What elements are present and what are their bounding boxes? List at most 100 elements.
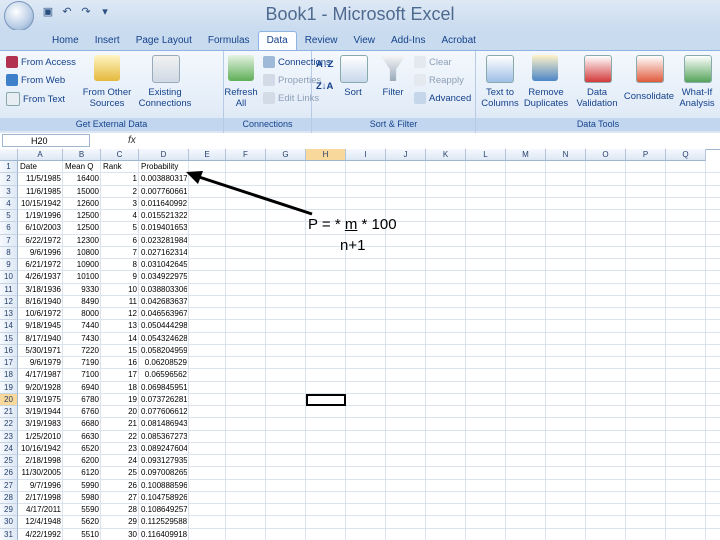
column-header-a[interactable]: A <box>18 149 63 161</box>
cell-rank[interactable]: 21 <box>103 418 137 430</box>
column-header-f[interactable]: F <box>226 149 266 161</box>
cell-rank[interactable]: 28 <box>103 504 137 516</box>
cell-probability[interactable]: 0.104758926 <box>141 492 187 504</box>
properties-button[interactable]: Properties <box>237 74 321 86</box>
cell-date[interactable]: 3/18/1936 <box>20 284 61 296</box>
cell-probability[interactable]: 0.042683637 <box>141 296 187 308</box>
sort-desc-button[interactable]: Z↓A <box>316 81 333 92</box>
tab-page-layout[interactable]: Page Layout <box>128 32 200 50</box>
from-web-button[interactable]: From Web <box>6 74 65 86</box>
cell-probability[interactable]: 0.116409918 <box>141 529 187 540</box>
cell-mean-q[interactable]: 10100 <box>65 271 99 283</box>
column-header-m[interactable]: M <box>506 149 546 161</box>
cell-probability[interactable]: 0.019401653 <box>141 222 187 234</box>
row-header-14[interactable]: 14 <box>0 320 18 333</box>
cell-date[interactable]: 11/6/1985 <box>20 186 61 198</box>
cell-rank[interactable]: 4 <box>103 210 137 222</box>
tab-insert[interactable]: Insert <box>87 32 128 50</box>
cell-probability[interactable]: 0.038803306 <box>141 284 187 296</box>
cell-rank[interactable]: 7 <box>103 247 137 259</box>
column-header-g[interactable]: G <box>266 149 306 161</box>
cell-probability[interactable]: 0.058204959 <box>141 345 187 357</box>
cell-probability[interactable]: 0.093127935 <box>141 455 187 467</box>
cell-date[interactable]: 10/15/1942 <box>20 198 61 210</box>
insert-function-icon[interactable]: fx <box>128 135 136 146</box>
cell-date[interactable]: 4/17/1987 <box>20 369 61 381</box>
column-header-h[interactable]: H <box>306 149 346 161</box>
cell-probability[interactable]: 0.077606612 <box>141 406 187 418</box>
cell-date[interactable]: 4/26/1937 <box>20 271 61 283</box>
cell-probability[interactable]: 0.085367273 <box>141 431 187 443</box>
cell-probability[interactable]: 0.034922975 <box>141 271 187 283</box>
cell-probability[interactable]: 0.011640992 <box>141 198 187 210</box>
column-header-i[interactable]: I <box>346 149 386 161</box>
column-header-j[interactable]: J <box>386 149 426 161</box>
column-header-p[interactable]: P <box>626 149 666 161</box>
cell-mean-q[interactable]: 10800 <box>65 247 99 259</box>
cell-mean-q[interactable]: 6520 <box>65 443 99 455</box>
cell-probability[interactable]: 0.054324628 <box>141 333 187 345</box>
cell-date[interactable]: 4/22/1992 <box>20 529 61 540</box>
cell-mean-q[interactable]: 6680 <box>65 418 99 430</box>
cell-rank[interactable]: 15 <box>103 345 137 357</box>
filter-button[interactable]: Filter <box>372 87 414 98</box>
cell-rank[interactable]: 22 <box>103 431 137 443</box>
cell-probability[interactable]: 0.097008265 <box>141 467 187 479</box>
cell-rank[interactable]: 1 <box>103 173 137 185</box>
active-cell-h20[interactable] <box>306 393 346 406</box>
column-header-n[interactable]: N <box>546 149 586 161</box>
cell-date[interactable]: 3/19/1944 <box>20 406 61 418</box>
cell-probability[interactable]: 0.050444298 <box>141 320 187 332</box>
cell-date[interactable]: 9/6/1979 <box>20 357 61 369</box>
row-header-10[interactable]: 10 <box>0 271 18 284</box>
cell-rank[interactable]: 23 <box>103 443 137 455</box>
cell-date[interactable]: 9/7/1996 <box>20 480 61 492</box>
cell-rank[interactable]: 26 <box>103 480 137 492</box>
tab-add-ins[interactable]: Add-Ins <box>383 32 433 50</box>
cell-mean-q[interactable]: 7190 <box>65 357 99 369</box>
clear-button[interactable]: Clear <box>414 56 452 68</box>
header-cell-rank[interactable]: Rank <box>103 161 137 173</box>
cell-rank[interactable]: 24 <box>103 455 137 467</box>
cell-probability[interactable]: 0.06596562 <box>141 369 187 381</box>
data-validation-button[interactable]: Data Validation <box>572 87 622 109</box>
cell-rank[interactable]: 27 <box>103 492 137 504</box>
column-header-e[interactable]: E <box>189 149 226 161</box>
tab-review[interactable]: Review <box>297 32 346 50</box>
cell-date[interactable]: 10/16/1942 <box>20 443 61 455</box>
row-header-29[interactable]: 29 <box>0 504 18 517</box>
row-header-31[interactable]: 31 <box>0 528 18 540</box>
cell-mean-q[interactable]: 6940 <box>65 382 99 394</box>
cell-probability[interactable]: 0.100888596 <box>141 480 187 492</box>
tab-data[interactable]: Data <box>257 31 297 50</box>
cell-mean-q[interactable]: 6780 <box>65 394 99 406</box>
header-cell-mean-q[interactable]: Mean Q <box>65 161 99 173</box>
row-header-7[interactable]: 7 <box>0 234 18 247</box>
cell-rank[interactable]: 14 <box>103 333 137 345</box>
row-header-25[interactable]: 25 <box>0 455 18 468</box>
cell-rank[interactable]: 2 <box>103 186 137 198</box>
header-cell-probability[interactable]: Probability <box>141 161 187 173</box>
cell-mean-q[interactable]: 5980 <box>65 492 99 504</box>
cell-mean-q[interactable]: 12600 <box>65 198 99 210</box>
sort-asc-button[interactable]: A↓Z <box>316 59 333 70</box>
row-header-21[interactable]: 21 <box>0 406 18 419</box>
cell-probability[interactable]: 0.073726281 <box>141 394 187 406</box>
cell-date[interactable]: 11/30/2005 <box>20 467 61 479</box>
cell-date[interactable]: 1/19/1996 <box>20 210 61 222</box>
cell-probability[interactable]: 0.003880317 <box>141 173 187 185</box>
cell-mean-q[interactable]: 7220 <box>65 345 99 357</box>
cell-mean-q[interactable]: 8000 <box>65 308 99 320</box>
column-header-q[interactable]: Q <box>666 149 706 161</box>
cell-mean-q[interactable]: 10900 <box>65 259 99 271</box>
row-header-16[interactable]: 16 <box>0 344 18 357</box>
cell-probability[interactable]: 0.015521322 <box>141 210 187 222</box>
cell-rank[interactable]: 25 <box>103 467 137 479</box>
cell-rank[interactable]: 16 <box>103 357 137 369</box>
cell-rank[interactable]: 18 <box>103 382 137 394</box>
what-if-analysis-button[interactable]: What-If Analysis <box>674 87 720 109</box>
cell-probability[interactable]: 0.081486943 <box>141 418 187 430</box>
column-header-d[interactable]: D <box>139 149 189 161</box>
row-header-13[interactable]: 13 <box>0 308 18 321</box>
row-header-4[interactable]: 4 <box>0 197 18 210</box>
